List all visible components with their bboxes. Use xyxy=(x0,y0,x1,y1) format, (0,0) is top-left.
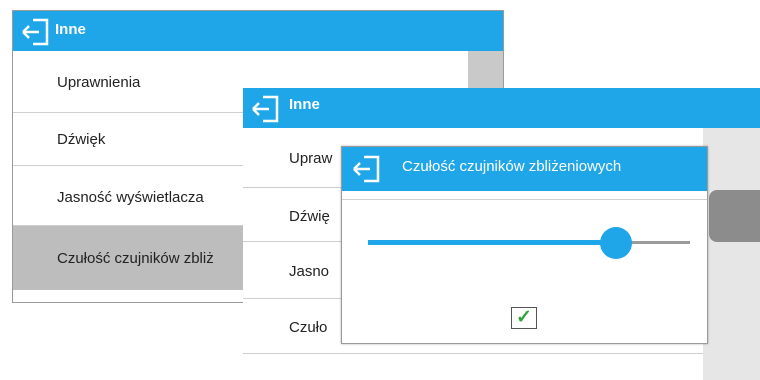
panel-back-title: Inne xyxy=(55,21,86,38)
dialog: Czułość czujników zbliżeniowych ✓ xyxy=(341,146,708,344)
list-item-label: Uprawnienia xyxy=(57,74,141,91)
panel-back-titlebar: Inne xyxy=(13,11,503,51)
list-item-label: Jasność wyświetlacza xyxy=(57,189,204,206)
exit-arrow-icon[interactable] xyxy=(19,18,51,51)
list-item-label: Dźwięk xyxy=(57,131,106,148)
list-item-label: Czułość czujników zbliż xyxy=(57,250,214,267)
list-item-label: Dźwię xyxy=(289,208,330,225)
divider xyxy=(342,191,707,200)
panel-middle-titlebar: Inne xyxy=(243,88,760,128)
scrollbar-thumb[interactable] xyxy=(709,190,760,242)
list-item-label: Jasno xyxy=(289,263,330,280)
dialog-titlebar: Czułość czujników zbliżeniowych xyxy=(342,147,707,191)
slider-handle[interactable] xyxy=(599,227,632,259)
panel-middle-title: Inne xyxy=(289,96,320,113)
list-item-label: Czuło xyxy=(289,319,328,336)
confirm-button[interactable]: ✓ xyxy=(511,307,537,329)
scrollbar-track[interactable] xyxy=(703,128,760,380)
exit-arrow-icon[interactable] xyxy=(350,155,382,188)
checkmark-icon: ✓ xyxy=(516,307,532,328)
exit-arrow-icon[interactable] xyxy=(249,95,281,128)
dialog-title: Czułość czujników zbliżeniowych xyxy=(402,158,622,175)
list-item-label: Upraw xyxy=(289,150,333,167)
slider-fill xyxy=(368,240,616,245)
sensitivity-slider[interactable] xyxy=(368,227,690,259)
